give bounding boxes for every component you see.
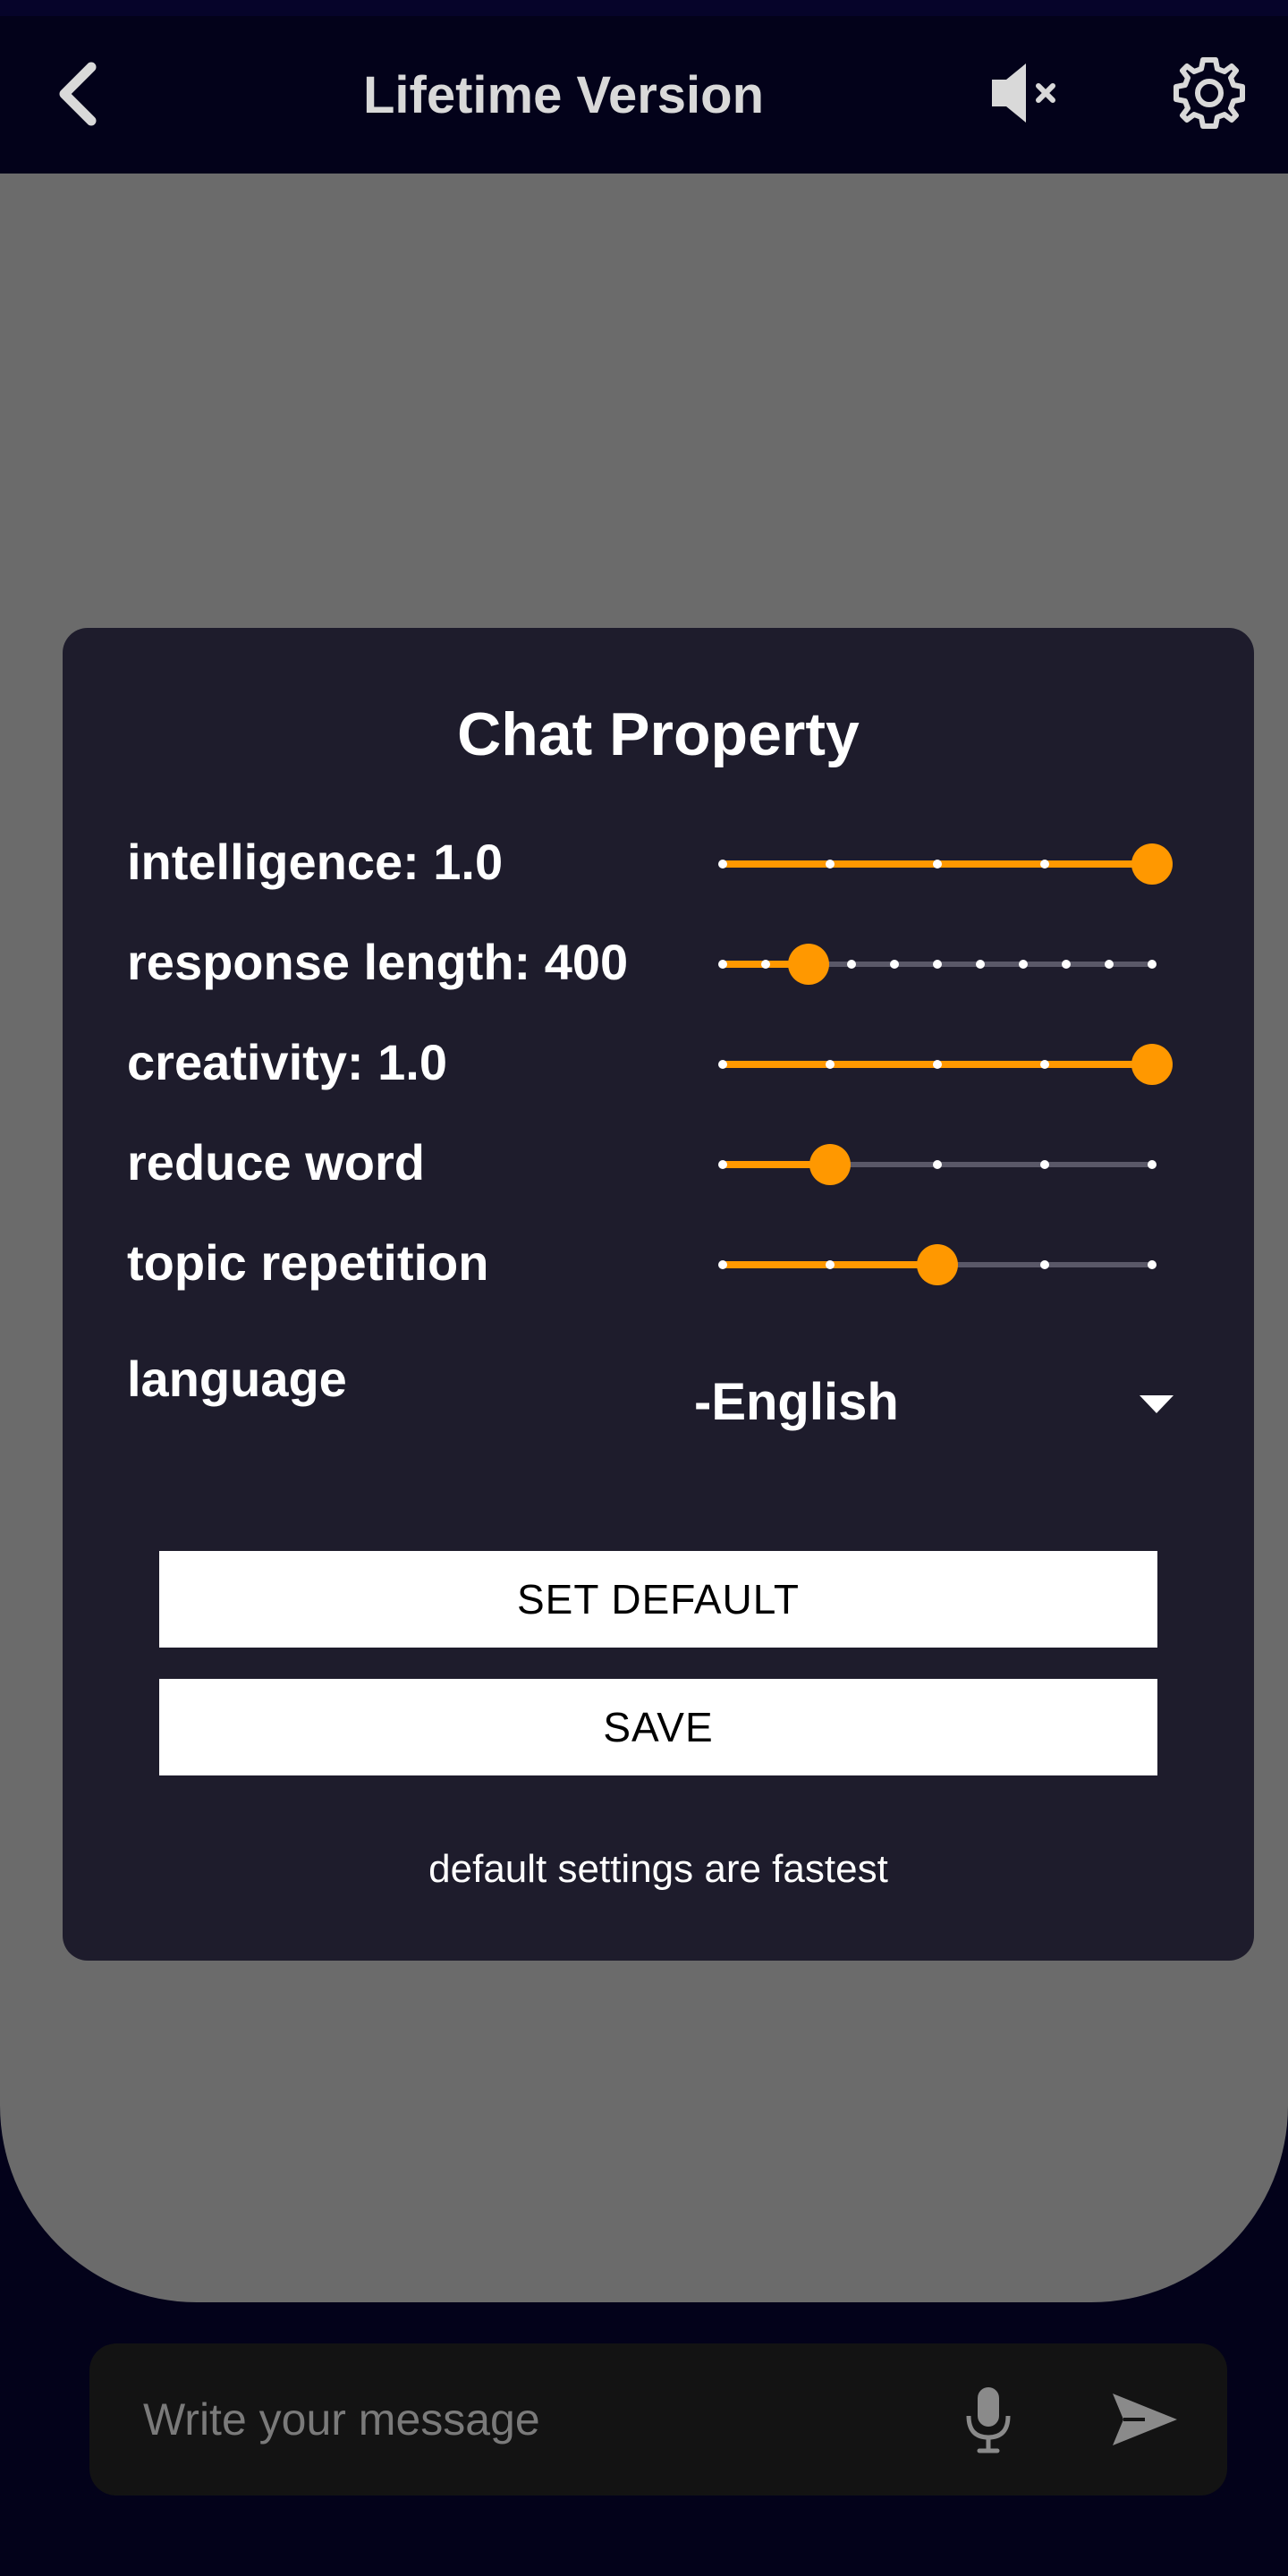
message-input[interactable]: Write your message <box>143 2343 948 2496</box>
speaker-muted-icon <box>992 64 1055 123</box>
slider-tick <box>1062 960 1071 969</box>
slider-tick <box>976 960 985 969</box>
gear-icon <box>1174 57 1245 129</box>
creativity-label: creativity: 1.0 <box>127 1034 447 1090</box>
chat-property-dialog: Chat Property intelligence: 1.0 response… <box>63 628 1254 1961</box>
slider-tick <box>718 1260 727 1269</box>
response-length-label: response length: 400 <box>127 934 629 990</box>
slider-thumb[interactable] <box>788 944 829 985</box>
slider-tick <box>1040 1060 1049 1069</box>
slider-tick <box>718 1060 727 1069</box>
save-button[interactable]: SAVE <box>159 1679 1157 1775</box>
language-dropdown[interactable]: -English <box>683 1352 1220 1451</box>
slider-tick <box>1148 1260 1157 1269</box>
intelligence-slider[interactable] <box>708 837 1173 891</box>
slider-tick <box>718 860 727 869</box>
slider-tick <box>933 1060 942 1069</box>
creativity-slider[interactable] <box>708 1038 1173 1091</box>
topic-repetition-slider[interactable] <box>708 1238 1166 1292</box>
hint-text: default settings are fastest <box>428 1847 888 1891</box>
slider-tick <box>933 960 942 969</box>
slider-tick <box>1019 960 1028 969</box>
send-icon <box>1113 2394 1177 2445</box>
slider-thumb[interactable] <box>917 1244 958 1285</box>
slider-tick <box>1148 1160 1157 1169</box>
language-value: -English <box>694 1372 899 1431</box>
slider-tick <box>1148 960 1157 969</box>
status-bar <box>0 0 1288 16</box>
dialog-title: Chat Property <box>457 700 860 768</box>
slider-tick <box>1040 1160 1049 1169</box>
reduce-word-label: reduce word <box>127 1134 425 1191</box>
slider-tick <box>826 1260 835 1269</box>
reduce-word-slider[interactable] <box>708 1138 1166 1191</box>
slider-tick <box>826 1060 835 1069</box>
send-button[interactable] <box>1100 2377 1190 2462</box>
language-label: language <box>127 1351 347 1407</box>
slider-tick <box>718 1160 727 1169</box>
microphone-button[interactable] <box>948 2379 1029 2460</box>
slider-thumb[interactable] <box>809 1144 851 1185</box>
intelligence-label: intelligence: 1.0 <box>127 834 504 890</box>
topic-repetition-label: topic repetition <box>127 1234 489 1291</box>
slider-tick <box>890 960 899 969</box>
mute-button[interactable] <box>977 48 1072 138</box>
slider-tick <box>847 960 856 969</box>
microphone-icon <box>966 2387 1011 2453</box>
slider-tick <box>933 860 942 869</box>
slider-tick <box>1105 960 1114 969</box>
slider-tick <box>1040 1260 1049 1269</box>
slider-tick <box>933 1160 942 1169</box>
slider-thumb[interactable] <box>1131 1044 1173 1085</box>
page-title: Lifetime Version <box>362 65 765 124</box>
slider-tick <box>1040 860 1049 869</box>
caret-down-icon <box>1140 1395 1174 1413</box>
slider-tick <box>761 960 770 969</box>
response-length-slider[interactable] <box>708 937 1166 991</box>
message-composer: Write your message <box>89 2343 1227 2496</box>
slider-tick <box>826 860 835 869</box>
settings-button[interactable] <box>1163 47 1256 140</box>
slider-thumb[interactable] <box>1131 843 1173 885</box>
set-default-button[interactable]: SET DEFAULT <box>159 1551 1157 1648</box>
slider-tick <box>718 960 727 969</box>
